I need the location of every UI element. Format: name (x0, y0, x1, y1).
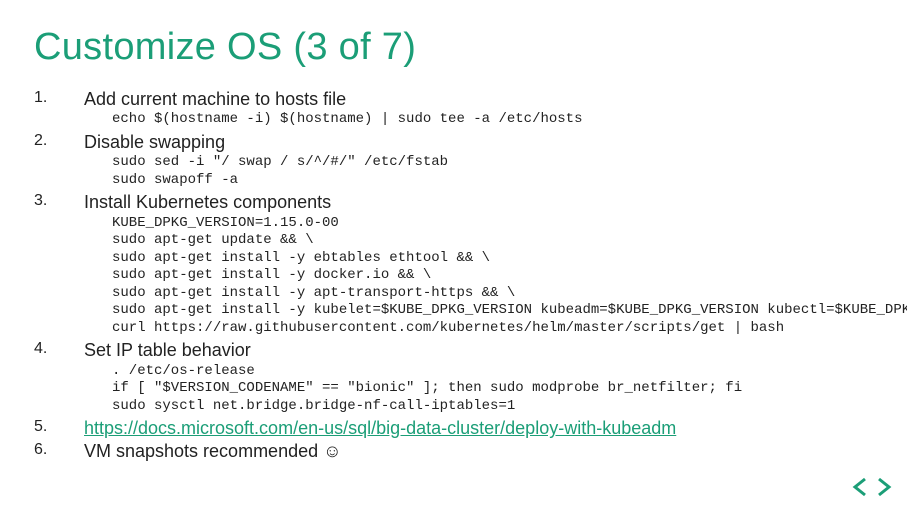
list-number: 2. (34, 131, 84, 154)
item-heading: Disable swapping (84, 131, 907, 154)
list-number: 6. (34, 440, 84, 463)
item-heading: Add current machine to hosts file (84, 88, 907, 111)
content-list: 1. Add current machine to hosts file ech… (34, 88, 873, 463)
prev-icon[interactable] (851, 476, 871, 498)
next-icon[interactable] (873, 476, 893, 498)
list-number: 4. (34, 339, 84, 362)
code-block: . /etc/os-release if [ "$VERSION_CODENAM… (84, 363, 907, 416)
slide: Customize OS (3 of 7) 1. Add current mac… (0, 0, 907, 510)
code-block: echo $(hostname -i) $(hostname) | sudo t… (84, 111, 907, 129)
slide-nav (851, 476, 893, 498)
item-heading: Set IP table behavior (84, 339, 907, 362)
page-title: Customize OS (3 of 7) (34, 28, 873, 68)
code-block: sudo sed -i "/ swap / s/^/#/" /etc/fstab… (84, 154, 907, 189)
docs-link[interactable]: https://docs.microsoft.com/en-us/sql/big… (84, 417, 907, 440)
list-number: 3. (34, 191, 84, 214)
item-heading: VM snapshots recommended ☺ (84, 440, 907, 463)
list-number: 5. (34, 417, 84, 440)
code-block: KUBE_DPKG_VERSION=1.15.0-00 sudo apt-get… (84, 215, 907, 338)
item-heading: Install Kubernetes components (84, 191, 907, 214)
list-number: 1. (34, 88, 84, 111)
